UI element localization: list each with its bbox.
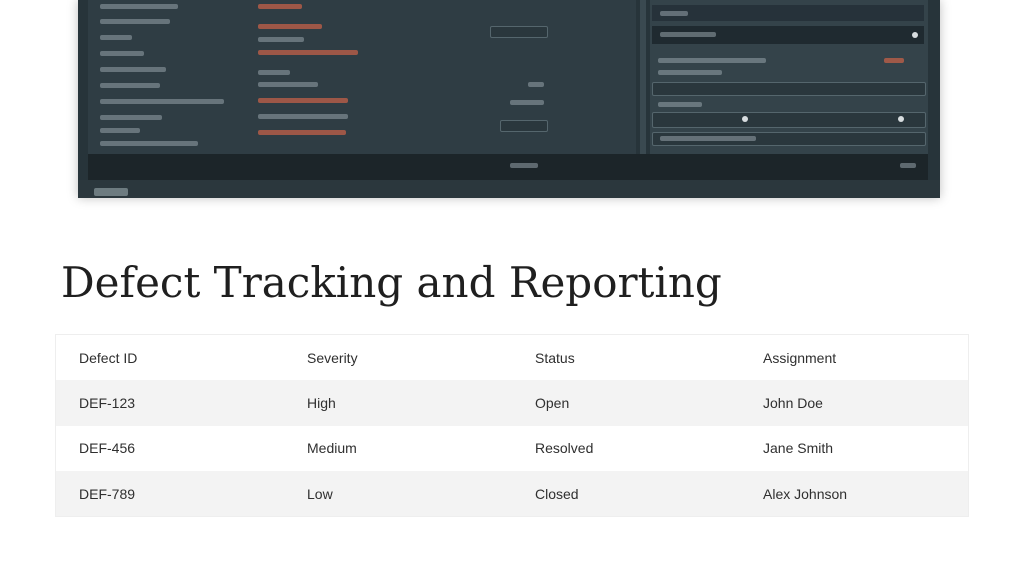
defect-id-cell: DEF-456 <box>79 440 136 457</box>
severity-cell: Medium <box>307 440 357 457</box>
defect-table: Defect ID Severity Status Assignment DEF… <box>55 334 969 517</box>
defect-id-cell: DEF-123 <box>79 394 136 411</box>
table-row: DEF-456 Medium Resolved Jane Smith <box>55 425 969 471</box>
table-row: DEF-123 High Open John Doe <box>55 380 969 426</box>
severity-cell: Low <box>307 485 333 502</box>
column-header-defect-id: Defect ID <box>79 349 138 366</box>
severity-cell: High <box>307 394 336 411</box>
column-header-assignment: Assignment <box>763 349 837 366</box>
assignment-cell: Jane Smith <box>763 440 834 457</box>
table-header-row: Defect ID Severity Status Assignment <box>55 334 969 380</box>
defect-id-cell: DEF-789 <box>79 485 136 502</box>
assignment-cell: Alex Johnson <box>763 485 848 502</box>
status-cell: Resolved <box>535 440 594 457</box>
screenshot-detail-panel <box>650 0 928 154</box>
screenshot-list-panel <box>88 0 636 154</box>
column-header-status: Status <box>535 349 575 366</box>
assignment-cell: John Doe <box>763 394 823 411</box>
status-cell: Closed <box>535 485 579 502</box>
column-header-severity: Severity <box>307 349 358 366</box>
status-cell: Open <box>535 394 570 411</box>
table-row: DEF-789 Low Closed Alex Johnson <box>55 471 969 517</box>
dashboard-screenshot-image <box>78 0 940 198</box>
page-title: Defect Tracking and Reporting <box>61 258 722 307</box>
